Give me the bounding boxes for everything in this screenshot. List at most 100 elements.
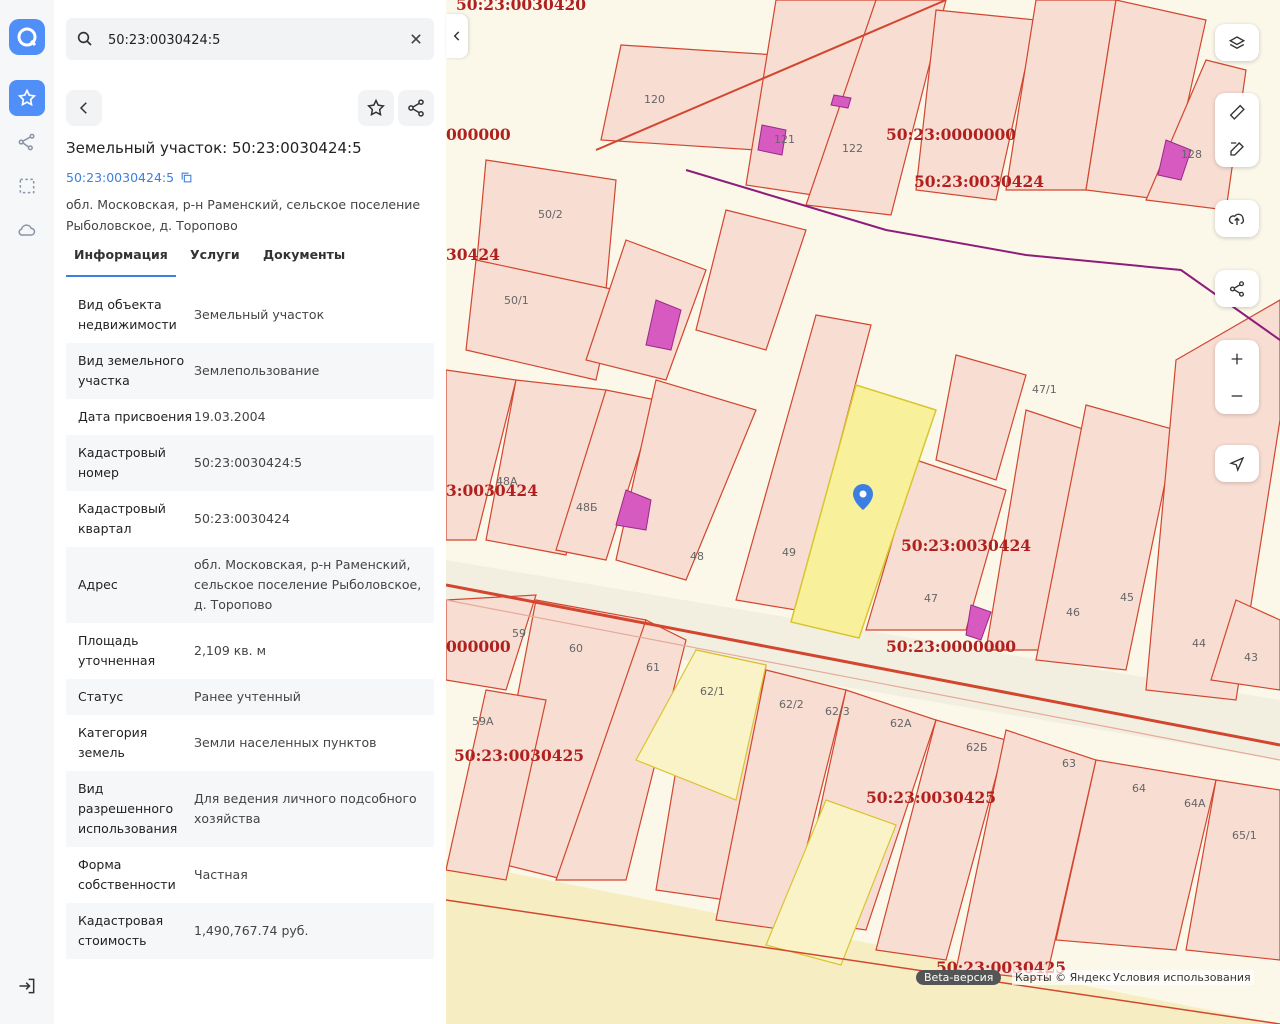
- cloud-icon: [18, 224, 36, 236]
- zoom-control: [1215, 340, 1259, 414]
- table-row: Кадастровый квартал 50:23:0030424: [66, 491, 434, 547]
- table-row: Вид разрешенного использования Для ведени…: [66, 771, 434, 847]
- plot-label: 48А: [496, 475, 518, 488]
- tab-info[interactable]: Информация: [66, 245, 176, 277]
- row-value: 19.03.2004: [194, 409, 266, 424]
- share-map-button[interactable]: [1215, 270, 1259, 307]
- share-icon: [1229, 280, 1245, 297]
- table-row: Вид объекта недвижимости Земельный участо…: [66, 287, 434, 343]
- row-key: Площадь уточненная: [78, 633, 156, 668]
- plot-label: 50/2: [538, 208, 563, 221]
- locate-icon: [1229, 456, 1245, 472]
- plot-label: 47/1: [1032, 383, 1057, 396]
- table-row: Кадастровый номер 50:23:0030424:5: [66, 435, 434, 491]
- map-attribution[interactable]: Карты © Яндекс: [1012, 970, 1115, 985]
- row-key: Вид разрешенного использования: [78, 781, 178, 836]
- object-address: обл. Московская, р-н Раменский, сельское…: [66, 197, 421, 233]
- favorites-rail-button[interactable]: [9, 80, 45, 116]
- route-rail-button[interactable]: [9, 124, 45, 160]
- search-icon: [77, 31, 92, 46]
- row-value: 50:23:0030424: [194, 511, 290, 526]
- row-key: Кадастровый квартал: [78, 501, 166, 536]
- quarter-label: 50:23:0000000: [886, 125, 1016, 144]
- layers-button[interactable]: [1215, 24, 1259, 61]
- plot-label: 62/3: [825, 705, 850, 718]
- share-icon: [408, 99, 424, 117]
- table-row: Кадастровая стоимость 1,490,767.74 руб.: [66, 903, 434, 959]
- plot-label: 62/2: [779, 698, 804, 711]
- minus-icon: [1231, 394, 1243, 397]
- table-row: Вид земельного участка Землепользование: [66, 343, 434, 399]
- back-icon: [79, 102, 87, 114]
- row-key: Категория земель: [78, 725, 148, 760]
- selection-icon: [19, 178, 35, 194]
- share-button[interactable]: [398, 90, 434, 126]
- table-row: Форма собственности Частная: [66, 847, 434, 903]
- logout-button[interactable]: [9, 968, 45, 1004]
- quarter-label: 30424: [446, 245, 500, 264]
- row-value: Землепользование: [194, 363, 320, 378]
- row-value: 1,490,767.74 руб.: [194, 923, 309, 938]
- beta-badge: Beta-версия: [916, 970, 1002, 985]
- plot-label: 60: [569, 642, 583, 655]
- plot-label: 59А: [472, 715, 494, 728]
- quarter-label: 000000: [446, 125, 511, 144]
- row-value: Ранее учтенный: [194, 689, 301, 704]
- copy-icon[interactable]: [180, 171, 193, 184]
- search-input[interactable]: [106, 18, 400, 62]
- close-icon[interactable]: [406, 29, 426, 49]
- table-row: Статус Ранее учтенный: [66, 679, 434, 715]
- info-panel: Земельный участок: 50:23:0030424:5 50:23…: [54, 0, 446, 1024]
- plot-label: 128: [1181, 148, 1202, 161]
- tab-services[interactable]: Услуги: [190, 245, 240, 275]
- plot-label: 62Б: [966, 741, 988, 754]
- layers-control: [1215, 24, 1259, 61]
- cadastral-map[interactable]: 50:23:0030420 000000 50:23:0000000 50:23…: [446, 0, 1280, 1024]
- table-row: Дата присвоения 19.03.2004: [66, 399, 434, 435]
- plot-label: 61: [646, 661, 660, 674]
- row-value: Земельный участок: [194, 307, 325, 322]
- upload-control: [1215, 200, 1259, 237]
- quarter-label: 50:23:0000000: [886, 637, 1016, 656]
- logo-icon[interactable]: [9, 19, 45, 55]
- search-bar: [66, 18, 434, 62]
- share-map-control: [1215, 270, 1259, 307]
- ruler-button[interactable]: [1215, 93, 1259, 130]
- zoom-out-button[interactable]: [1215, 377, 1259, 414]
- row-value: обл. Московская, р-н Раменский, сельское…: [194, 557, 422, 612]
- plot-label: 45: [1120, 591, 1134, 604]
- quarter-label: 3:0030424: [446, 481, 538, 500]
- row-value: Частная: [194, 867, 248, 882]
- quarter-label: 50:23:0030424: [901, 536, 1031, 555]
- object-title: Земельный участок: 50:23:0030424:5: [66, 139, 362, 157]
- cloud-rail-button[interactable]: [9, 212, 45, 248]
- selection-rail-button[interactable]: [9, 168, 45, 204]
- plot-label: 59: [512, 627, 526, 640]
- row-key: Дата присвоения: [78, 409, 192, 424]
- tools-control: [1215, 93, 1259, 167]
- map-canvas: 50:23:0030420 000000 50:23:0000000 50:23…: [446, 0, 1280, 1024]
- layers-icon: [1228, 35, 1246, 49]
- collapse-panel-button[interactable]: [446, 14, 468, 58]
- cadastral-number-link[interactable]: 50:23:0030424:5: [66, 170, 174, 185]
- route-icon: [18, 133, 35, 151]
- locate-button[interactable]: [1215, 445, 1259, 482]
- plot-label: 121: [774, 133, 795, 146]
- plot-label: 120: [644, 93, 665, 106]
- quarter-label: 50:23:0030425: [866, 788, 996, 807]
- row-value: Для ведения личного подсобного хозяйства: [194, 791, 417, 826]
- upload-icon: [1228, 213, 1245, 225]
- row-key: Статус: [78, 689, 124, 704]
- plot-label: 49: [782, 546, 796, 559]
- edit-button[interactable]: [1215, 130, 1259, 167]
- terms-link[interactable]: Условия использования: [1110, 970, 1254, 985]
- row-value: Земли населенных пунктов: [194, 735, 377, 750]
- plot-label: 62А: [890, 717, 912, 730]
- tab-documents[interactable]: Документы: [263, 245, 345, 275]
- zoom-in-button[interactable]: [1215, 340, 1259, 377]
- upload-button[interactable]: [1215, 200, 1259, 237]
- plot-label: 122: [842, 142, 863, 155]
- back-button[interactable]: [66, 90, 102, 126]
- favorite-button[interactable]: [358, 90, 394, 126]
- ruler-icon: [1229, 104, 1245, 120]
